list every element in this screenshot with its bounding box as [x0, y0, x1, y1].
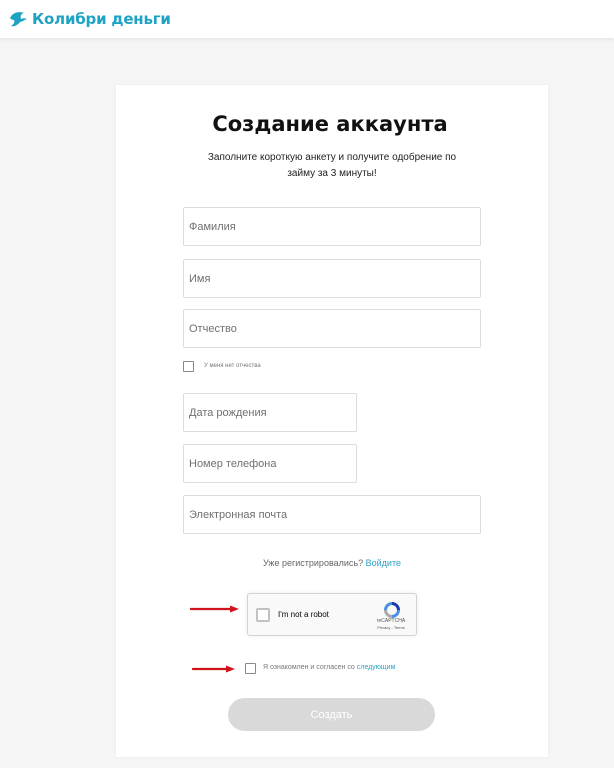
page-title: Создание аккаунта [212, 112, 448, 136]
birth-date-field [183, 393, 357, 432]
no-patronymic-checkbox[interactable] [183, 361, 194, 372]
already-registered-line: Уже регистрировались? Войдите [183, 558, 481, 568]
patronymic-field [183, 309, 481, 348]
recaptcha-terms-link[interactable]: Privacy - Terms [366, 625, 416, 630]
brand-name: Колибри деньги [32, 10, 171, 28]
red-arrow-icon [190, 605, 239, 613]
create-account-button[interactable]: Создать [228, 698, 435, 731]
already-registered-text: Уже регистрировались? [263, 558, 364, 568]
site-header: Колибри деньги [0, 0, 614, 38]
login-link[interactable]: Войдите [366, 558, 401, 568]
agreement-line: Я ознакомлен и согласен со следующим [263, 664, 395, 671]
recaptcha-widget: I'm not a robot reCAPTCHA Privacy - Term… [247, 593, 417, 636]
birth-date-input[interactable] [184, 394, 356, 431]
first-name-input[interactable] [184, 260, 480, 297]
patronymic-input[interactable] [184, 310, 480, 347]
agreement-text: Я ознакомлен и согласен со [263, 664, 355, 671]
recaptcha-brand: reCAPTCHA [376, 618, 406, 624]
phone-input[interactable] [184, 445, 356, 482]
first-name-field [183, 259, 481, 298]
recaptcha-label: I'm not a robot [278, 610, 329, 619]
hummingbird-icon [10, 12, 27, 27]
email-field [183, 495, 481, 534]
no-patronymic-label: У меня нет отчества [204, 363, 261, 369]
agreement-checkbox[interactable] [245, 663, 256, 674]
agreement-link[interactable]: следующим [357, 664, 396, 671]
page-subtitle: Заполните короткую анкету и получите одо… [207, 152, 457, 179]
red-arrow-icon [192, 665, 235, 673]
recaptcha-checkbox[interactable] [256, 608, 270, 622]
recaptcha-icon [384, 602, 400, 618]
brand-logo[interactable]: Колибри деньги [8, 9, 171, 29]
last-name-input[interactable] [184, 208, 480, 245]
last-name-field [183, 207, 481, 246]
email-input[interactable] [184, 496, 480, 533]
phone-field [183, 444, 357, 483]
